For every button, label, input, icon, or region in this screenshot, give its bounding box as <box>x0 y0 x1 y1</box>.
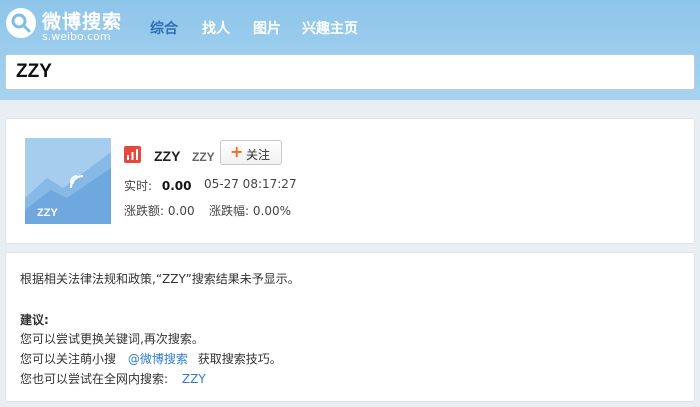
stock-image-label: ZZY <box>37 207 58 219</box>
search-box[interactable] <box>5 54 695 90</box>
suggestion-title: 建议: <box>20 313 49 327</box>
tab-comprehensive[interactable]: 综合 <box>150 18 178 38</box>
realtime-row: 实时: 0.00 <box>124 177 191 194</box>
suggestion-line-1: 您可以尝试更换关键词,再次搜索。 <box>20 332 204 346</box>
suggestion-line-2-prefix: 您可以关注萌小搜 <box>20 352 117 366</box>
realtime-label: 实时: <box>124 179 153 193</box>
follow-button-label: 关注 <box>246 148 271 162</box>
stock-chart-icon <box>124 146 141 163</box>
change-pct-value: 0.00% <box>252 204 291 218</box>
tab-images[interactable]: 图片 <box>253 18 281 38</box>
tab-people[interactable]: 找人 <box>202 18 230 38</box>
logo-domain: s.weibo.com <box>42 30 111 43</box>
quote-datetime: 05-27 08:17:27 <box>204 177 297 191</box>
plus-icon: + <box>230 142 244 161</box>
change-amount-value: 0.00 <box>167 204 195 218</box>
stock-name[interactable]: ZZY <box>154 148 180 164</box>
stock-chart-thumbnail[interactable]: ZZY <box>25 138 111 224</box>
follow-button[interactable]: + 关注 <box>220 140 282 165</box>
censor-message: 根据相关法律法规和政策,“ZZY”搜索结果未予显示。 <box>20 272 300 286</box>
suggestion-line-3-prefix: 您也可以尝试在全网内搜索: <box>20 372 169 386</box>
web-search-link[interactable]: ZZY <box>182 372 206 386</box>
header: 微博搜索 s.weibo.com 综合 找人 图片 兴趣主页 <box>0 0 700 100</box>
stock-card: ZZY ZZY ZZY + 关注 实时: 0.00 05-27 08:17:27… <box>5 118 695 244</box>
change-pct-label: 涨跌幅: <box>209 204 250 218</box>
suggestion-line-2: 您可以关注萌小搜 @微博搜索 获取搜索技巧。 <box>20 350 282 367</box>
suggestion-line-3: 您也可以尝试在全网内搜索: ZZY <box>20 370 206 387</box>
stock-code: ZZY <box>192 150 215 164</box>
change-amount-label: 涨跌额: <box>124 204 165 218</box>
notice-card: 根据相关法律法规和政策,“ZZY”搜索结果未予显示。 建议: 您可以尝试更换关键… <box>5 252 695 402</box>
search-input[interactable] <box>6 55 694 89</box>
weibo-search-logo[interactable]: 微博搜索 s.weibo.com <box>6 6 126 43</box>
change-amount-row: 涨跌额: 0.00 <box>124 202 195 219</box>
suggestion-line-2-suffix: 获取搜索技巧。 <box>197 352 282 366</box>
search-logo-icon <box>6 8 36 38</box>
tab-interest-pages[interactable]: 兴趣主页 <box>302 18 358 38</box>
change-pct-row: 涨跌幅: 0.00% <box>209 202 291 219</box>
weibo-search-account-link[interactable]: @微博搜索 <box>128 352 188 366</box>
realtime-value: 0.00 <box>161 179 192 193</box>
